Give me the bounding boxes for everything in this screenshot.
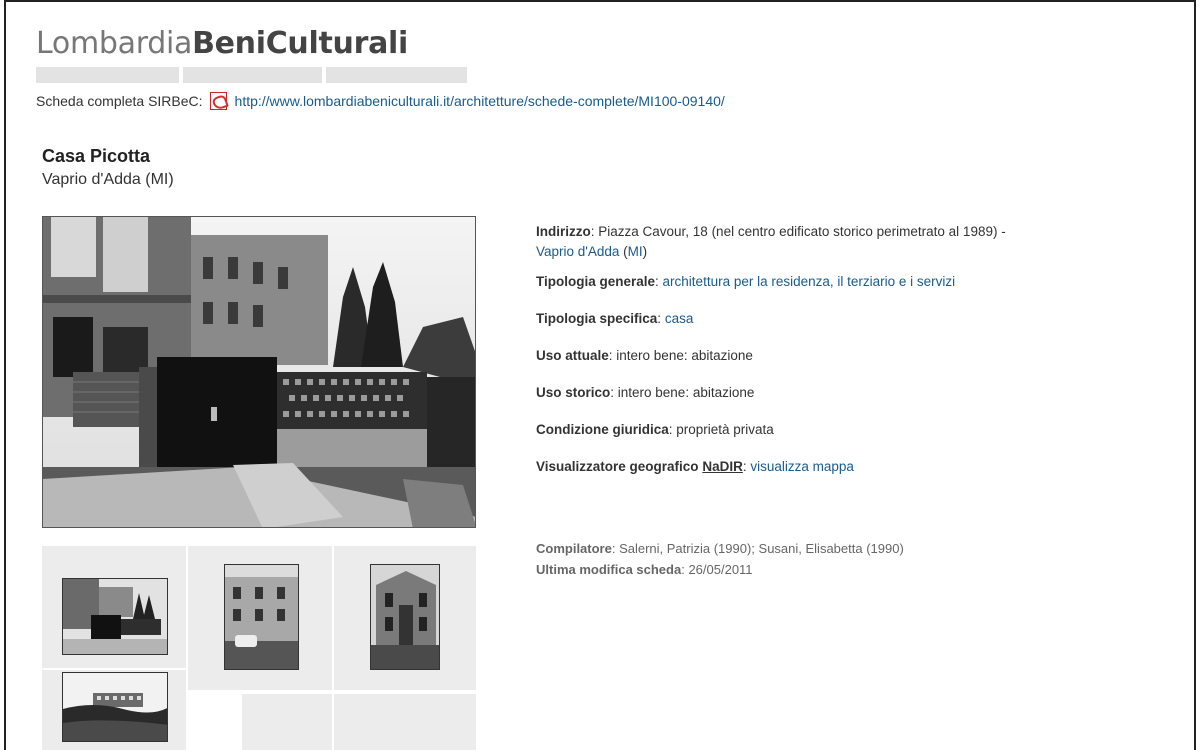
logo-part2: BeniCulturali — [192, 26, 408, 61]
compilatore-label: Compilatore — [536, 541, 612, 556]
thumbnail-3-image — [371, 565, 439, 669]
thumbnail-2-image — [225, 565, 298, 669]
thumbnail-2[interactable] — [224, 564, 299, 670]
main-photo-image — [43, 217, 475, 527]
thumbnail-4[interactable] — [62, 672, 168, 742]
thumbnail-3[interactable] — [370, 564, 440, 670]
thumbnail-grid — [42, 546, 476, 750]
detail-uso-storico: Uso storico: intero bene: abitazione — [536, 383, 1176, 403]
geo-label: Visualizzatore geografico — [536, 459, 699, 474]
detail-condizione-giuridica: Condizione giuridica: proprietà privata — [536, 420, 1176, 440]
tip-generale-link[interactable]: architettura per la residenza, il terzia… — [663, 274, 956, 289]
page-subtitle: Vaprio d'Adda (MI) — [42, 171, 174, 188]
visualizza-mappa-link[interactable]: visualizza mappa — [750, 459, 854, 474]
condizione-value: : proprietà privata — [668, 422, 774, 437]
detail-tipologia-generale: Tipologia generale: architettura per la … — [536, 274, 956, 289]
site-logo[interactable]: LombardiaBeniCulturali — [36, 26, 408, 61]
thumb-cell — [242, 694, 332, 750]
indirizzo-value: : Piazza Cavour, 18 (nel centro edificat… — [590, 224, 1006, 239]
ultima-modifica-line: Ultima modifica scheda: 26/05/2011 — [536, 559, 904, 580]
uso-storico-value: : intero bene: abitazione — [610, 385, 755, 400]
tip-generale-label: Tipologia generale — [536, 274, 656, 289]
uso-attuale-label: Uso attuale — [536, 348, 609, 363]
detail-tipologia-specifica: Tipologia specifica: casa — [536, 311, 694, 326]
thumbnail-1-image — [63, 579, 167, 654]
thumbnail-4-image — [63, 673, 167, 741]
tip-specifica-label: Tipologia specifica — [536, 311, 658, 326]
logo-part1: Lombardia — [36, 26, 193, 61]
scheda-label: Scheda completa SIRBeC: — [36, 93, 203, 109]
details-panel: Indirizzo: Piazza Cavour, 18 (nel centro… — [536, 222, 1176, 494]
nav-tab-2[interactable] — [183, 67, 322, 83]
nadir-abbr: NaDIR — [702, 459, 743, 474]
modifica-value: : 26/05/2011 — [681, 562, 753, 577]
indirizzo-comune-link[interactable]: Vaprio d'Adda — [536, 244, 619, 259]
compilatore-line: Compilatore: Salerni, Patrizia (1990); S… — [536, 538, 904, 559]
modifica-label: Ultima modifica scheda — [536, 562, 682, 577]
detail-visualizzatore-geografico: Visualizzatore geografico NaDIR: visuali… — [536, 459, 854, 474]
detail-uso-attuale: Uso attuale: intero bene: abitazione — [536, 346, 1176, 366]
indirizzo-label: Indirizzo — [536, 224, 591, 239]
scheda-completa-line: Scheda completa SIRBeC: http://www.lomba… — [36, 92, 725, 110]
thumb-cell — [334, 694, 476, 750]
nav-tab-3[interactable] — [326, 67, 467, 83]
uso-attuale-value: : intero bene: abitazione — [608, 348, 753, 363]
nav-tabs — [36, 67, 467, 83]
indirizzo-prov-link[interactable]: MI — [628, 244, 643, 259]
detail-indirizzo: Indirizzo: Piazza Cavour, 18 (nel centro… — [536, 224, 1006, 259]
pdf-icon[interactable] — [209, 92, 227, 110]
main-photo[interactable] — [42, 216, 476, 528]
tip-specifica-link[interactable]: casa — [665, 311, 694, 326]
page-title: Casa Picotta — [42, 146, 151, 166]
uso-storico-label: Uso storico — [536, 385, 611, 400]
record-meta: Compilatore: Salerni, Patrizia (1990); S… — [536, 538, 904, 580]
compilatore-value: : Salerni, Patrizia (1990); Susani, Elis… — [611, 541, 904, 556]
thumbnail-1[interactable] — [62, 578, 168, 655]
scheda-url-link[interactable]: http://www.lombardiabeniculturali.it/arc… — [235, 93, 725, 109]
nav-tab-1[interactable] — [36, 67, 179, 83]
condizione-label: Condizione giuridica — [536, 422, 669, 437]
